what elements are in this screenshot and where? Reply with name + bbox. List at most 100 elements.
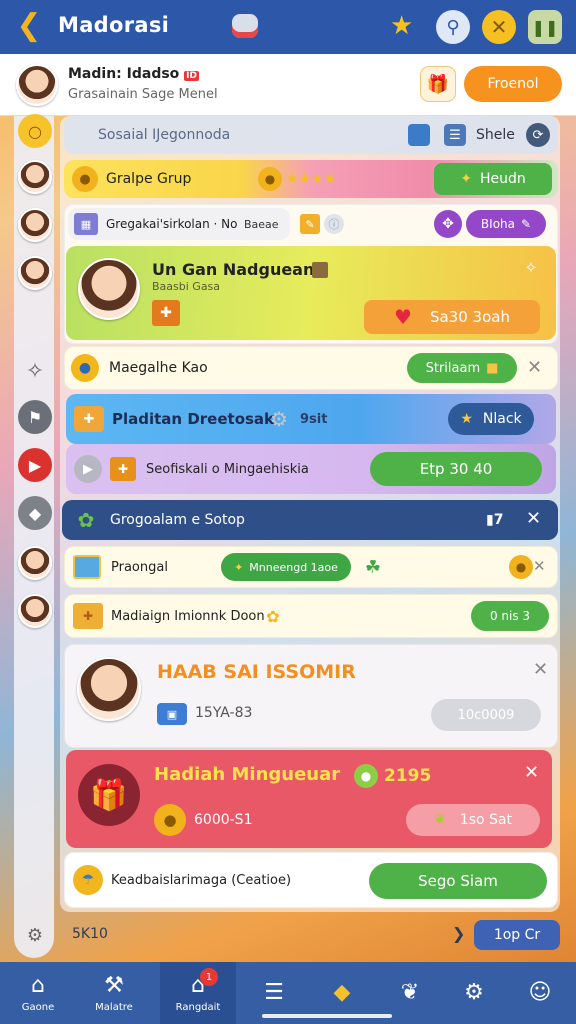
card-9-value: 6000-S1 <box>194 812 253 828</box>
list-icon[interactable]: ☰ <box>444 124 466 146</box>
profile-avatar[interactable] <box>16 64 58 106</box>
card-feature-button-label: Sa30 3oah <box>429 308 510 326</box>
close-icon[interactable]: ✕ <box>526 508 541 529</box>
gift-icon[interactable]: 🎁 <box>420 66 456 102</box>
heart-icon: ♥ <box>394 305 412 329</box>
close-icon[interactable]: ✕ <box>524 762 539 783</box>
card-9-button[interactable]: ❦ 1so Sat <box>406 804 540 836</box>
card-2: ● Maegalhe Kao Strilaam ■ ✕ <box>64 346 558 390</box>
group-row: ● Gralpe Grup ● ★★★★ ✦ Heudn <box>64 160 558 198</box>
nav-house[interactable]: ⌂ Rangdait 1 <box>160 962 236 1024</box>
list-icon: ☰ <box>264 980 284 1005</box>
robot-icon[interactable] <box>232 14 258 38</box>
info-icon[interactable]: ⓘ <box>324 214 344 234</box>
card-10: ☂ Keadbaislarimaga (Ceatioe) Sego Siam <box>64 852 558 908</box>
gift-icon: ✚ <box>152 300 180 326</box>
close-icon[interactable]: ✕ <box>533 557 546 575</box>
coin-icon: ● <box>154 804 186 836</box>
card-6-pill-label: Mnneengd 1aoe <box>249 560 338 574</box>
card-9-title-text: Hadiah Mingueuar <box>154 764 341 785</box>
search-bar[interactable]: Sosaial IJegonnoda ☰ Shele ⟳ <box>64 116 558 154</box>
close-icon[interactable]: ✕ <box>533 659 548 680</box>
sparkle-icon: ✦ <box>234 560 244 574</box>
edit-icon[interactable]: ✎ <box>300 214 320 234</box>
left-rail <box>14 116 54 958</box>
grape-icon: ✿ <box>77 508 95 532</box>
card-7: ✚ Madiaign Imionnk Doon ✿ 0 nis 3 <box>64 594 558 638</box>
card-8-button[interactable]: 10c0009 <box>431 699 541 731</box>
card-9-title: Hadiah Mingueuar <box>154 764 340 785</box>
group-stars: ★★★★ <box>286 171 337 187</box>
refresh-icon[interactable]: ⟳ <box>526 123 550 147</box>
footer-button[interactable]: 1op Cr <box>474 920 560 950</box>
nav-settings[interactable]: ⚙ <box>444 962 504 1024</box>
profile-action-button[interactable]: Froenol <box>464 66 562 102</box>
card-feature-tag: Baeae <box>244 217 279 231</box>
person-icon: ★ <box>460 411 473 427</box>
card-5: ✿ Grogoalam e Sotop ▮7 ✕ <box>62 500 558 540</box>
card-feature-badge[interactable]: BIoha ✎ <box>466 210 546 238</box>
card-10-title: Keadbaislarimaga (Ceatioe) <box>111 872 292 888</box>
nav-profile[interactable]: ☺ <box>510 962 570 1024</box>
nav-home[interactable]: ⌂ Gaone <box>8 962 68 1024</box>
chevron-right-icon[interactable]: ❯ <box>452 924 465 943</box>
play-icon[interactable]: ▶ <box>74 455 102 483</box>
card-4: ▶ ✚ Seofiskali o Mingaehiskia Etp 30 40 <box>66 444 556 494</box>
card-7-title: Madiaign Imionnk Doon <box>111 608 265 624</box>
flag-icon[interactable]: ⚑ <box>18 400 52 434</box>
settings-small-icon[interactable]: ⚙ <box>18 918 52 952</box>
group-action-label: Heudn <box>479 171 526 187</box>
group-label: Gralpe Grup <box>106 171 192 187</box>
puzzle-icon[interactable]: ✧ <box>18 354 52 388</box>
ticket-icon: ✚ <box>73 603 103 629</box>
card-9: 🎁 Hadiah Mingueuar ● 2195 ✕ ● 6000-S1 ❦ 1… <box>66 750 552 848</box>
nav-tools-label: Malatre <box>95 1001 133 1013</box>
card-feature-avatar <box>78 258 140 320</box>
map-icon <box>73 555 101 579</box>
gift-icon: 🎁 <box>78 764 140 826</box>
nav-tools[interactable]: ⚒ Malatre <box>84 962 144 1024</box>
rail-avatar-4[interactable] <box>18 546 52 580</box>
coin-icon: ● <box>258 167 282 191</box>
shield-icon: ◆ <box>333 980 351 1005</box>
card-4-button[interactable]: Etp 30 40 <box>370 452 542 486</box>
pause-icon[interactable]: ❚❚ <box>528 10 562 44</box>
card-7-button[interactable]: 0 nis 3 <box>471 601 549 631</box>
card-5-title: Grogoalam e Sotop <box>110 512 245 528</box>
play-icon[interactable]: ▶ <box>18 448 52 482</box>
footer-count: 5K10 <box>72 926 108 942</box>
chart-icon <box>312 262 328 278</box>
coin-icon[interactable]: ○ <box>18 114 52 148</box>
gear-icon: ⚙ <box>270 407 288 431</box>
card-feature-button[interactable]: ♥ Sa30 3oah <box>364 300 540 334</box>
card-10-button[interactable]: Sego Siam <box>369 863 547 899</box>
sparkle-icon: ✧ <box>524 257 538 277</box>
rail-avatar-1[interactable] <box>18 160 52 194</box>
group-action-button[interactable]: ✦ Heudn <box>434 163 552 195</box>
card-6-pill[interactable]: ✦ Mnneengd 1aoe <box>221 553 351 581</box>
card-6: Praongal ✦ Mnneengd 1aoe ☘ ● ✕ <box>64 546 558 588</box>
share-label[interactable]: Shele <box>476 127 515 143</box>
back-arrow-icon[interactable]: ❮ <box>14 8 44 43</box>
rail-avatar-5[interactable] <box>18 594 52 628</box>
card-feature-title: Un Gan Nadguean <box>152 260 315 279</box>
rail-avatar-2[interactable] <box>18 208 52 242</box>
close-icon[interactable]: ✕ <box>527 357 542 378</box>
sparkle-icon: ✦ <box>460 171 472 187</box>
card-2-button[interactable]: Strilaam ■ <box>407 353 517 383</box>
star-icon[interactable]: ★ <box>390 11 413 41</box>
search-icon[interactable]: ⚲ <box>436 10 470 44</box>
home-icon: ⌂ <box>31 972 45 998</box>
card-feature-badge-label: BIoha <box>480 217 515 231</box>
rail-avatar-3[interactable] <box>18 256 52 290</box>
puzzle-badge-icon[interactable]: ✥ <box>434 210 462 238</box>
folder-icon[interactable] <box>408 124 430 146</box>
tag-icon[interactable]: ◆ <box>18 496 52 530</box>
close-circle-icon[interactable]: ✕ <box>482 10 516 44</box>
profile-name: Madin: Idadso ID <box>68 66 199 82</box>
card-9-button-label: 1so Sat <box>459 812 512 828</box>
card-3-button[interactable]: ★ Nlack <box>448 403 534 435</box>
card-3-button-label: Nlack <box>482 411 522 427</box>
card-2-title: Maegalhe Kao <box>109 360 208 376</box>
leaf-icon[interactable]: ☘ <box>361 557 385 578</box>
